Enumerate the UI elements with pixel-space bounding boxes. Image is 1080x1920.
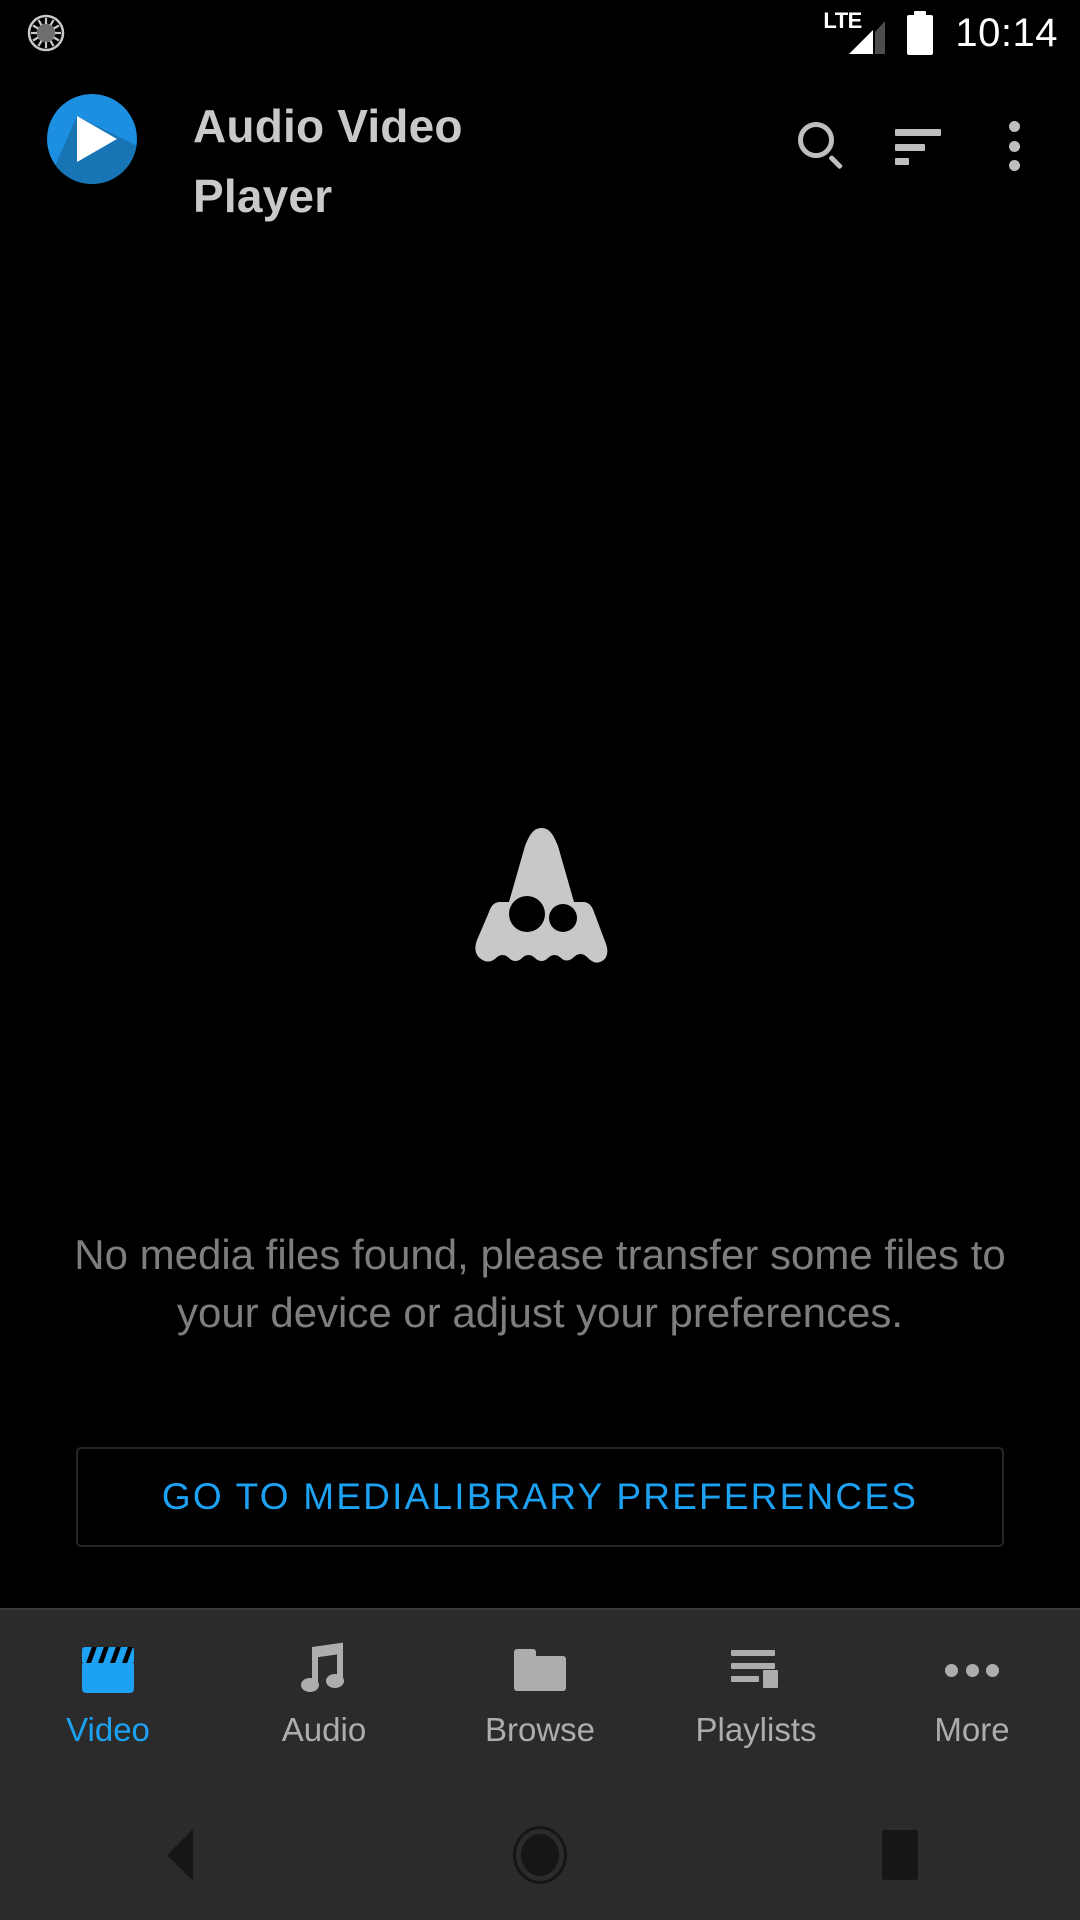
nav-label-video: Video — [66, 1711, 150, 1748]
nav-label-more: More — [934, 1711, 1010, 1748]
nav-label-audio: Audio — [281, 1711, 367, 1748]
app-title: Audio Video Player — [193, 100, 463, 222]
sort-button[interactable] — [870, 98, 966, 194]
back-triangle-icon — [167, 1829, 193, 1881]
sort-icon — [895, 126, 941, 166]
empty-state-message: No media files found, please transfer so… — [74, 1231, 1006, 1336]
network-indicator: LTE — [823, 10, 886, 56]
nav-item-audio[interactable]: Audio — [216, 1610, 432, 1790]
home-circle-icon — [513, 1826, 567, 1884]
status-bar-clock: 10:14 — [955, 11, 1058, 55]
sync-circle-icon — [24, 11, 68, 55]
app-bar-actions — [774, 66, 1062, 226]
more-vertical-icon — [1008, 121, 1020, 171]
nav-label-browse: Browse — [484, 1711, 596, 1748]
nav-label-playlists: Playlists — [695, 1711, 817, 1748]
prefs-button-label: GO TO MEDIALIBRARY PREFERENCES — [161, 1476, 919, 1517]
nav-item-video[interactable]: Video — [0, 1610, 216, 1790]
nav-item-playlists[interactable]: Playlists — [648, 1610, 864, 1790]
app-bar: Audio Video Player — [0, 66, 1080, 226]
system-recents-button[interactable] — [720, 1790, 1080, 1920]
folder-icon — [510, 1644, 570, 1696]
search-icon — [798, 122, 846, 170]
more-horizontal-icon — [942, 1644, 1002, 1696]
play-circle-logo — [47, 94, 137, 184]
recents-square-icon — [882, 1830, 918, 1880]
status-bar-right: LTE 10:14 — [823, 0, 1058, 66]
music-note-icon — [294, 1642, 354, 1696]
nav-item-more[interactable]: More — [864, 1610, 1080, 1790]
content-area: No media files found, please transfer so… — [0, 226, 1080, 1608]
battery-full-icon — [907, 11, 934, 55]
system-back-button[interactable] — [0, 1790, 360, 1920]
search-button[interactable] — [774, 98, 870, 194]
phone-screen: LTE 10:14 Audio Video Player No media fi… — [0, 0, 1080, 1920]
ghost-icon — [470, 826, 613, 966]
playlist-play-icon — [726, 1644, 786, 1696]
status-bar: LTE 10:14 — [0, 0, 1080, 66]
overflow-menu-button[interactable] — [966, 98, 1062, 194]
nav-item-browse[interactable]: Browse — [432, 1610, 648, 1790]
system-navigation-bar — [0, 1790, 1080, 1920]
clapperboard-icon — [78, 1644, 138, 1696]
bottom-navigation-bar: Video Audio Browse Playlists More — [0, 1608, 1080, 1790]
go-to-medialibrary-preferences-button[interactable]: GO TO MEDIALIBRARY PREFERENCES — [76, 1447, 1004, 1547]
signal-bars-icon — [849, 21, 886, 54]
system-home-button[interactable] — [360, 1790, 720, 1920]
